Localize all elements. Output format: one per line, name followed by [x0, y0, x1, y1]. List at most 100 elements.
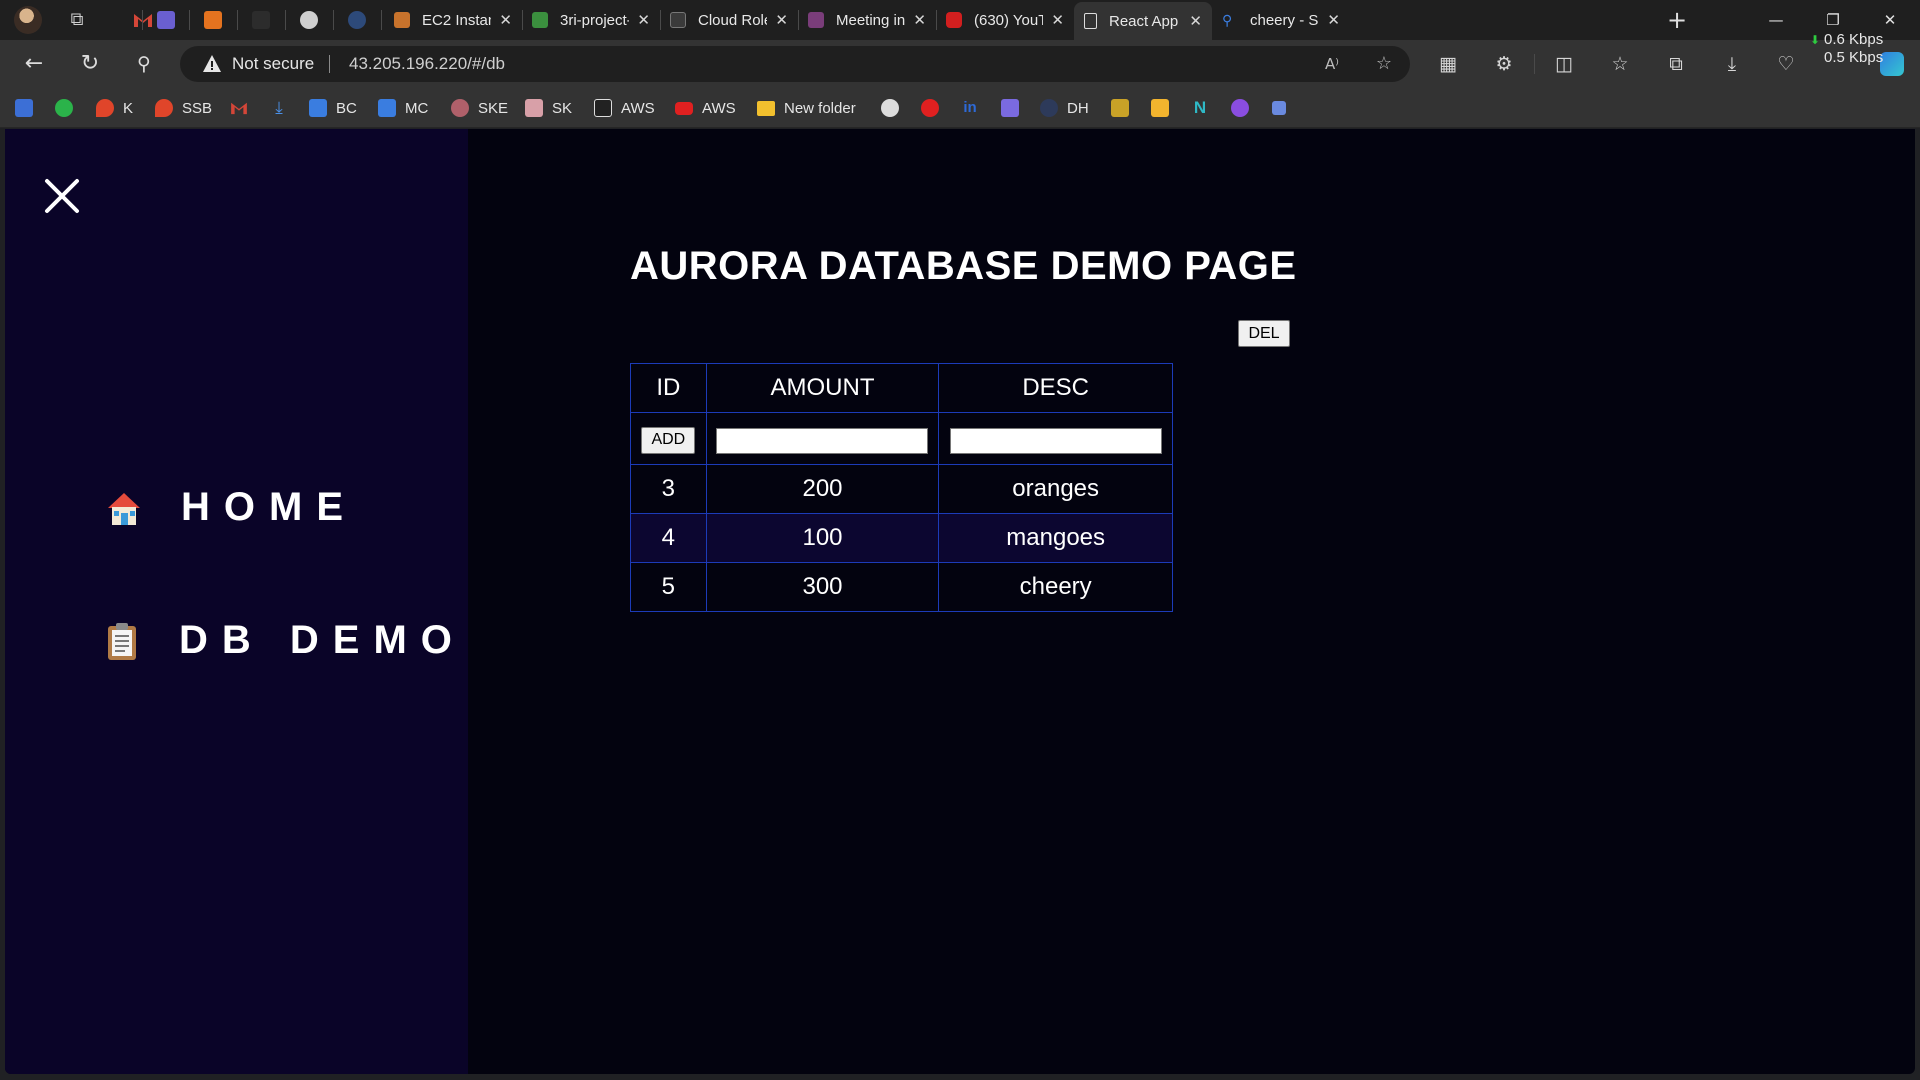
toolbar-separator — [1534, 54, 1535, 74]
bookmark-youtube[interactable] — [921, 96, 939, 120]
column-header-desc: DESC — [938, 363, 1173, 413]
close-icon[interactable]: ✕ — [499, 11, 512, 29]
desc-input-cell — [938, 412, 1173, 465]
minimize-button[interactable]: — — [1748, 4, 1804, 36]
profile-avatar[interactable] — [14, 6, 42, 34]
bookmark-mc[interactable]: MC — [378, 96, 428, 120]
bookmark-icon — [1111, 99, 1129, 117]
sidebar: HOME DB DEMO — [5, 129, 468, 1074]
qr-code-icon[interactable]: ▦ — [1434, 50, 1462, 78]
tab-cheery-search[interactable]: ⚲ cheery - Sear ✕ — [1212, 4, 1350, 36]
amount-input[interactable] — [716, 427, 929, 454]
bookmark-dh[interactable]: DH — [1040, 96, 1089, 120]
bookmark-linkedin[interactable]: in — [961, 96, 979, 120]
copilot-icon[interactable] — [1880, 52, 1904, 76]
bookmark-new-folder[interactable]: New folder — [757, 96, 856, 120]
tool-icon — [1001, 99, 1019, 117]
browser-essentials-icon[interactable]: ♡ — [1772, 50, 1800, 78]
table-row: 5 300 cheery — [630, 562, 1173, 612]
add-button[interactable]: ADD — [641, 426, 696, 454]
split-screen-icon[interactable]: ◫ — [1550, 50, 1578, 78]
pinned-tab-orange[interactable] — [188, 4, 238, 36]
linkedin-icon: in — [963, 99, 977, 116]
sidebar-item-db-demo[interactable]: DB DEMO — [101, 618, 466, 663]
read-aloud-icon[interactable]: A⁾ — [1320, 52, 1344, 76]
tab-react-app[interactable]: React App ✕ — [1074, 2, 1212, 40]
address-toolbar: ← ↻ ⚲ Not secure 43.205.196.220/#/db A⁾ … — [0, 40, 1920, 88]
bookmark-openai[interactable] — [881, 96, 899, 120]
tab-cloud-roles[interactable]: Cloud Roles - ✕ — [660, 4, 798, 36]
collections-icon[interactable]: ⧉ — [1662, 50, 1690, 78]
workspaces-icon[interactable]: ⧉ — [66, 9, 88, 31]
project-icon — [532, 12, 548, 28]
pinned-tab-openai[interactable] — [284, 4, 334, 36]
bookmark-icon — [378, 99, 396, 117]
del-button[interactable]: DEL — [1238, 320, 1290, 347]
close-icon[interactable] — [41, 175, 83, 217]
column-header-amount: AMOUNT — [705, 363, 940, 413]
cell-desc: oranges — [938, 464, 1173, 514]
favorite-star-icon[interactable]: ☆ — [1372, 52, 1396, 76]
app-icon — [252, 11, 270, 29]
bookmark-k[interactable]: K — [96, 96, 133, 120]
desc-input[interactable] — [949, 427, 1162, 454]
bookmark-sk[interactable]: SK — [525, 96, 572, 120]
bookmark-download[interactable]: ⤓ — [270, 96, 288, 120]
cell-id: 5 — [630, 562, 707, 612]
new-tab-button[interactable]: + — [1662, 6, 1692, 34]
bookmark-shield[interactable] — [1231, 96, 1249, 120]
downloads-icon[interactable]: ⤓ — [1718, 50, 1746, 78]
tab-title: Meeting in _/ — [836, 11, 906, 29]
bookmark-translate[interactable] — [15, 96, 33, 120]
bookmark-ske[interactable]: SKE — [451, 96, 508, 120]
favorites-icon[interactable]: ☆ — [1606, 50, 1634, 78]
pinned-tab-globe[interactable] — [332, 4, 382, 36]
close-icon[interactable]: ✕ — [913, 11, 926, 29]
bookmark-icon — [1151, 99, 1169, 117]
sidebar-item-home[interactable]: HOME — [103, 485, 357, 530]
tab-youtube[interactable]: (630) YouTub ✕ — [936, 4, 1074, 36]
address-bar[interactable]: Not secure 43.205.196.220/#/db A⁾ ☆ — [180, 46, 1410, 82]
cell-id: 3 — [630, 464, 707, 514]
search-icon: ⚲ — [1222, 12, 1233, 28]
table-row: 3 200 oranges — [630, 464, 1173, 514]
bookmark-r2[interactable] — [1151, 96, 1169, 120]
bookmark-n[interactable]: N — [1191, 96, 1209, 120]
page-content: HOME DB DEMO AURORA DATABASE DEMO PAGE D… — [5, 129, 1915, 1074]
tab-3ri-project[interactable]: 3ri-project-c ✕ — [522, 4, 660, 36]
pinned-tab-tool[interactable] — [141, 4, 191, 36]
bookmark-whatsapp[interactable] — [55, 96, 73, 120]
close-icon[interactable]: ✕ — [637, 11, 650, 29]
search-icon[interactable]: ⚲ — [128, 48, 160, 80]
bookmark-bc[interactable]: BC — [309, 96, 357, 120]
extensions-icon[interactable]: ⚙ — [1490, 50, 1518, 78]
bookmark-aws-1[interactable]: AWS — [594, 96, 655, 120]
sidebar-item-label: DB DEMO — [179, 618, 466, 662]
close-icon[interactable]: ✕ — [775, 11, 788, 29]
bookmark-aws-2[interactable]: AWS — [675, 96, 736, 120]
pinned-tab-dark[interactable] — [236, 4, 286, 36]
bookmark-label: BC — [336, 99, 357, 117]
download-speed: 0.6 Kbps — [1824, 31, 1884, 48]
url-text[interactable]: 43.205.196.220/#/db — [349, 54, 505, 74]
close-icon[interactable]: ✕ — [1051, 11, 1064, 29]
youtube-icon — [675, 101, 693, 115]
bookmark-tool[interactable] — [1001, 96, 1019, 120]
reload-button[interactable]: ↻ — [74, 48, 106, 80]
tab-strip: ⧉ EC2 Instance ✕ — [0, 0, 1920, 40]
close-icon[interactable]: ✕ — [1327, 11, 1340, 29]
openai-icon — [300, 11, 318, 29]
bookmark-label: K — [123, 99, 134, 117]
security-status[interactable]: Not secure — [232, 54, 314, 74]
bookmark-gmail[interactable] — [230, 96, 248, 120]
table-header-row: ID AMOUNT DESC — [630, 363, 1173, 413]
bookmark-misc[interactable] — [1272, 96, 1286, 120]
bookmark-r1[interactable] — [1111, 96, 1129, 120]
bookmark-ssb[interactable]: SSB — [155, 96, 212, 120]
close-icon[interactable]: ✕ — [1189, 12, 1202, 30]
tab-ec2-instance[interactable]: EC2 Instance ✕ — [384, 4, 522, 36]
tab-title: Cloud Roles - — [698, 11, 767, 29]
tab-meeting[interactable]: Meeting in _/ ✕ — [798, 4, 936, 36]
input-row: ADD — [630, 412, 1173, 465]
back-button[interactable]: ← — [18, 48, 50, 80]
